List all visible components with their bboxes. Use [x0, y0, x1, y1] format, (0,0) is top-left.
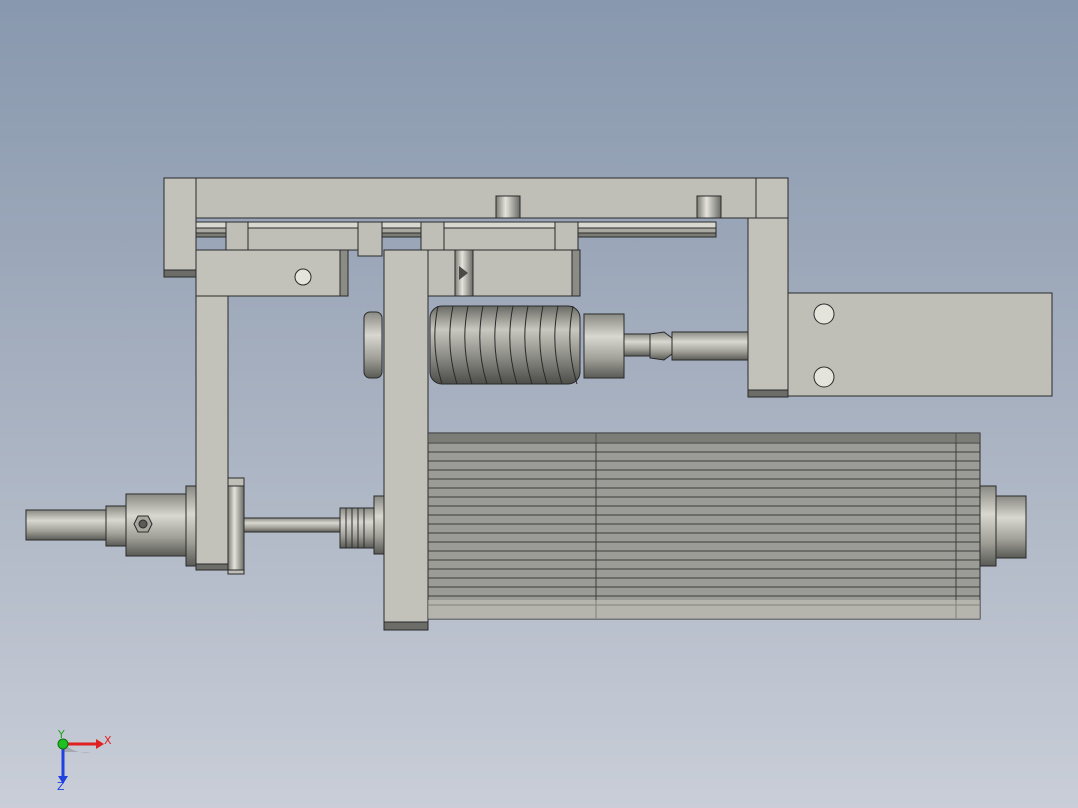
- center-vertical-plate[interactable]: [383, 249, 429, 631]
- triad-y-label: Y: [57, 728, 65, 741]
- coil-spring-icon: [429, 305, 581, 385]
- motor-body[interactable]: [427, 432, 1027, 620]
- right-vertical-bracket[interactable]: [747, 217, 789, 398]
- middle-connector-block[interactable]: [419, 249, 581, 297]
- right-mounting-block[interactable]: [787, 292, 1053, 397]
- coordinate-triad: X Y Z: [57, 728, 112, 793]
- triad-z-label: Z: [57, 780, 65, 793]
- hex-nut-icon: [133, 515, 153, 533]
- model-drawing[interactable]: X Y Z: [0, 0, 1078, 808]
- triad-x-label: X: [104, 734, 112, 747]
- cad-graphics-viewport[interactable]: X Y Z: [0, 0, 1078, 808]
